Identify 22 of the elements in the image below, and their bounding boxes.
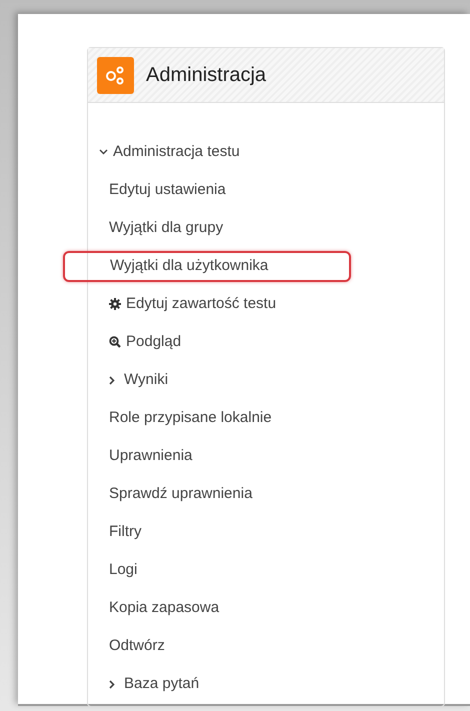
menu-link[interactable]: Edytuj zawartość testu <box>109 292 276 316</box>
chevron-right-icon <box>109 376 115 384</box>
menu-link[interactable]: Logi <box>109 558 138 582</box>
menu-link[interactable]: Uprawnienia <box>109 444 192 468</box>
menu-link[interactable]: Kopia zapasowa <box>109 596 220 620</box>
menu-link[interactable]: Wyjątki dla grupy <box>109 216 224 240</box>
menu-link[interactable]: Filtry <box>109 520 142 544</box>
zoom-in-icon <box>109 336 121 348</box>
gear-icon <box>109 298 121 310</box>
block-title: Administracja <box>146 63 266 88</box>
tree-node[interactable]: Administracja testu <box>99 140 240 164</box>
chevron-right-icon <box>109 680 115 688</box>
menu-link[interactable]: Role przypisane lokalnie <box>109 406 272 430</box>
chevron-down-icon <box>99 149 108 155</box>
menu-link[interactable]: Odtwórz <box>109 634 165 658</box>
menu-link[interactable]: Wyjątki dla użytkownika <box>63 250 351 282</box>
tree-node[interactable]: Baza pytań <box>109 672 200 696</box>
menu-link[interactable]: Edytuj ustawienia <box>109 178 226 202</box>
menu-link[interactable]: Podgląd <box>109 330 182 354</box>
cogs-icon <box>97 56 134 94</box>
menu-link[interactable]: Sprawdź uprawnienia <box>109 482 252 506</box>
tree-node[interactable]: Wyniki <box>109 368 168 392</box>
